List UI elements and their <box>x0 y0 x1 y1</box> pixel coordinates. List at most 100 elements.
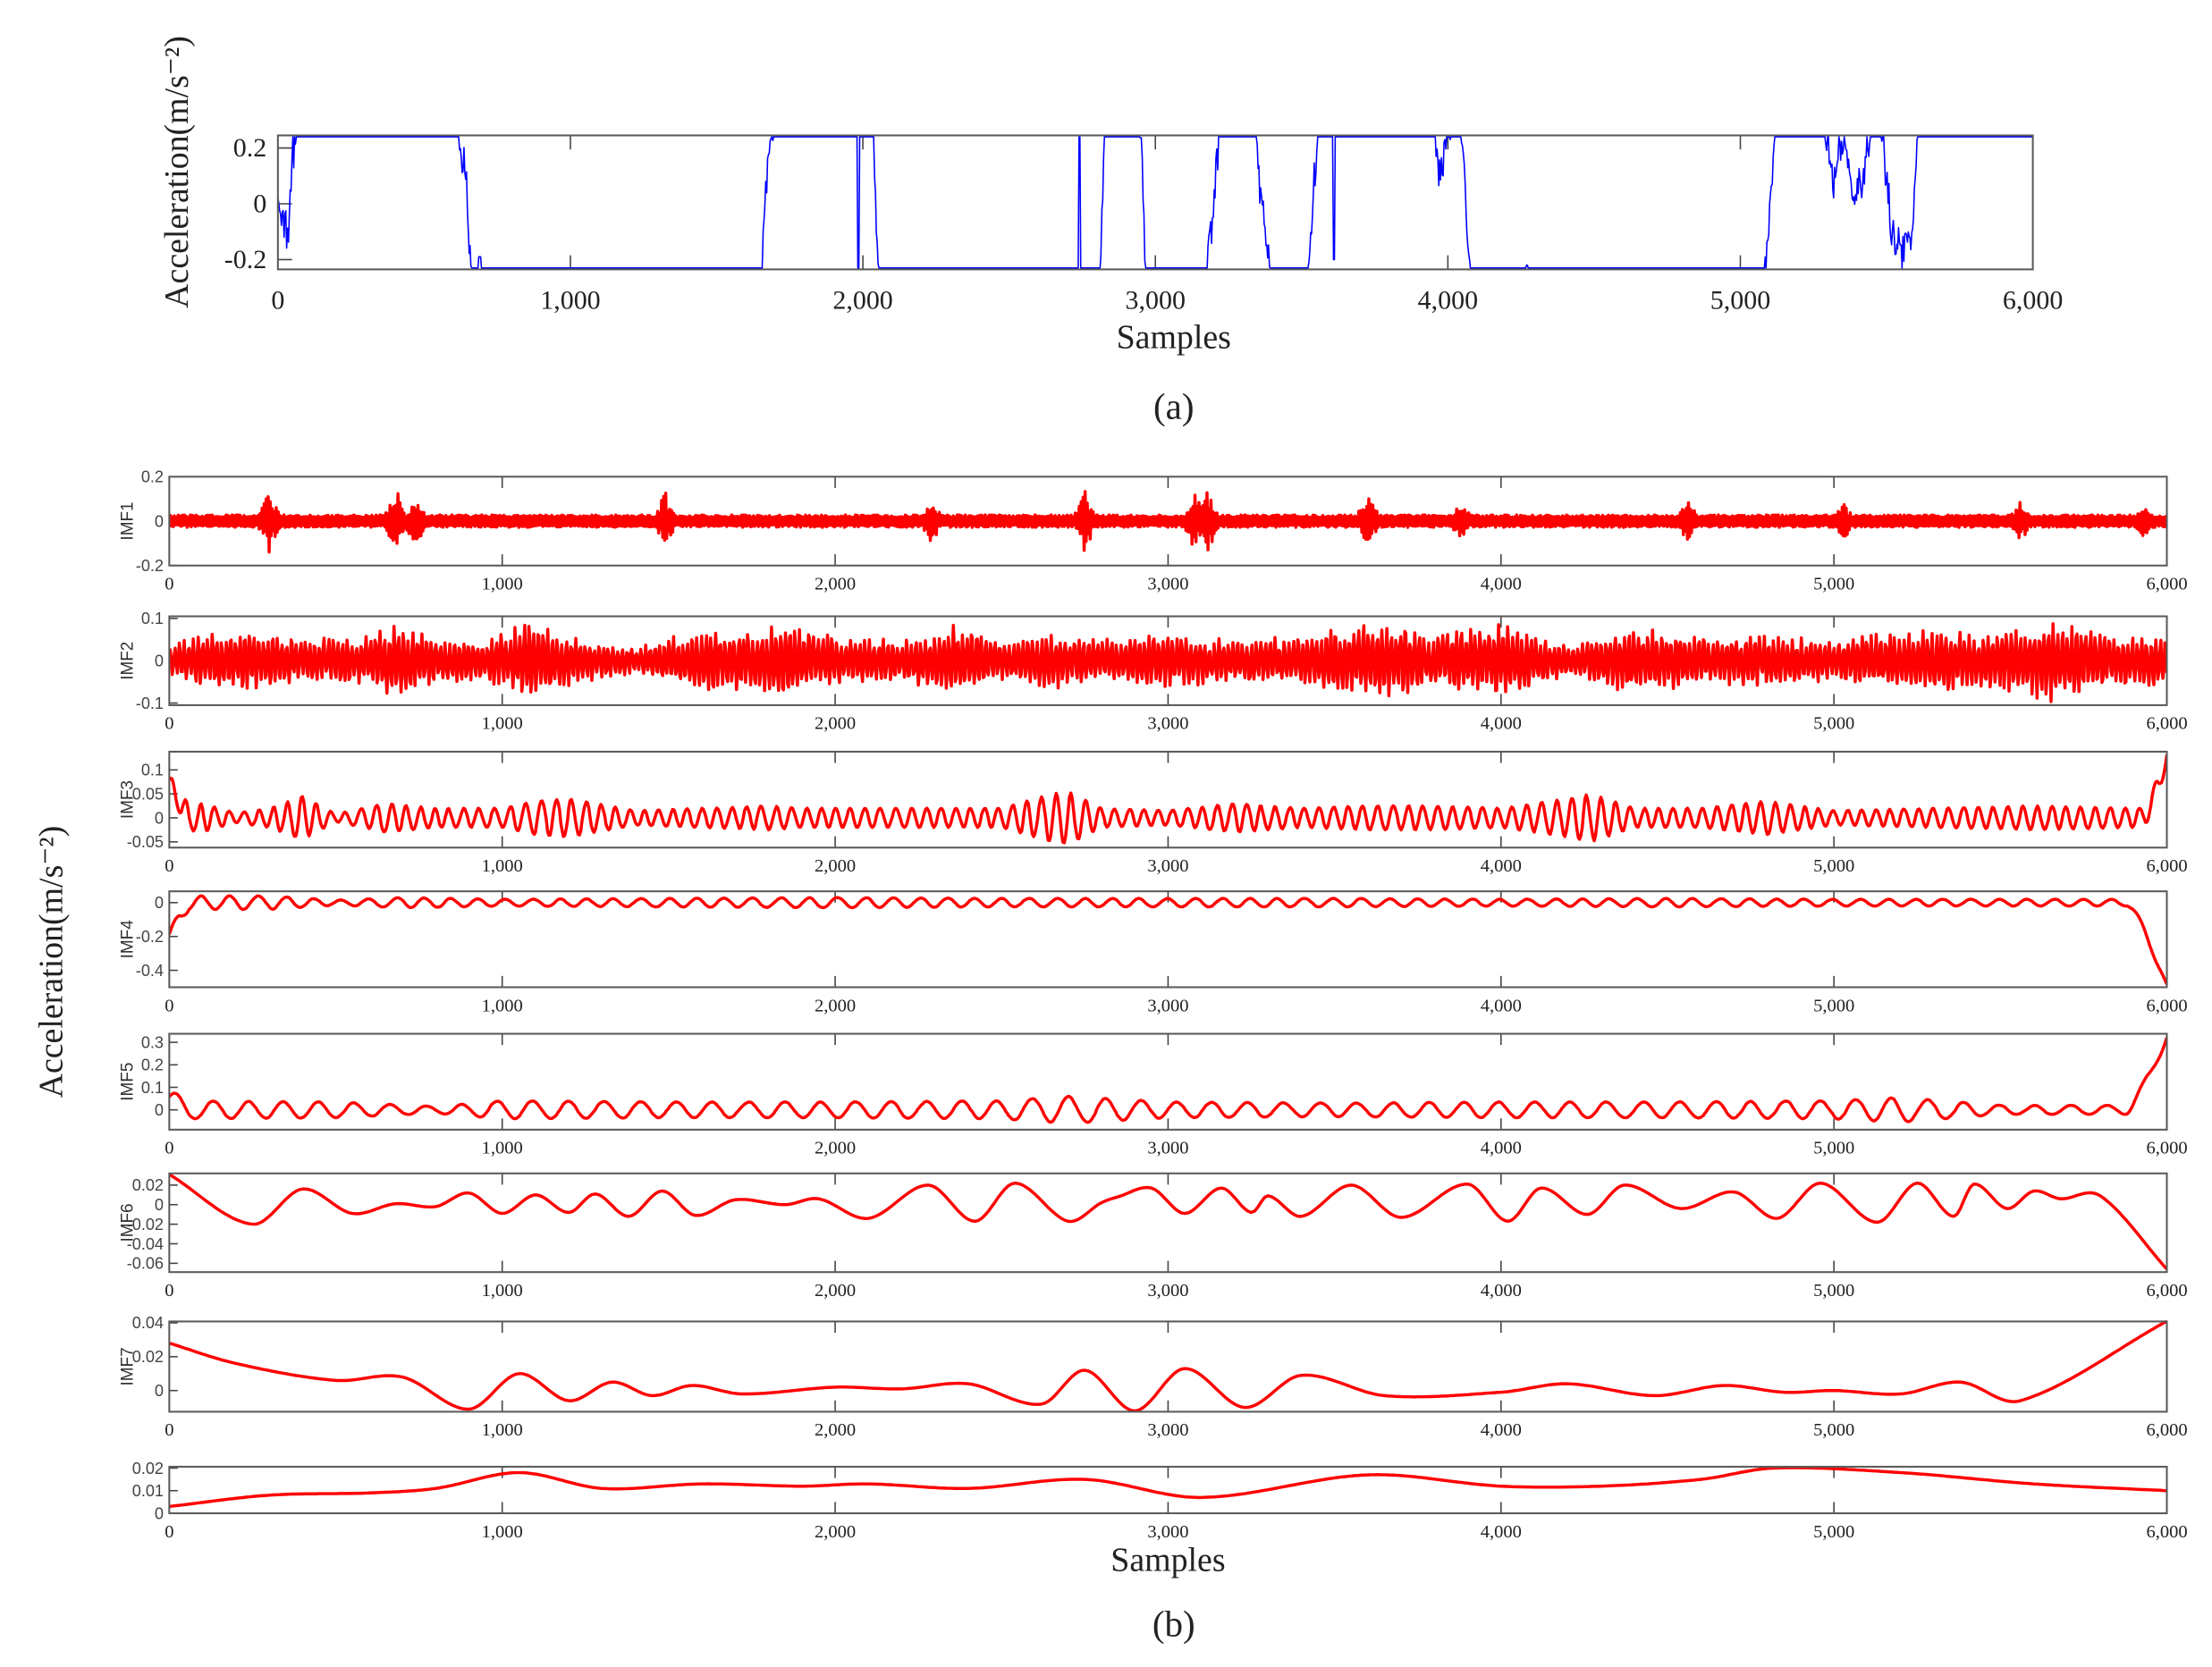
x-tick-label: 3,000 <box>1147 996 1188 1015</box>
x-tick-label: 3,000 <box>1147 1281 1188 1301</box>
x-tick-label: 3,000 <box>1147 1420 1188 1440</box>
plot-frame <box>168 750 2168 849</box>
raw-signal-plot: 0 1,000 2,000 3,000 4,000 5,000 6,0000.20-0.2 <box>224 133 2064 316</box>
series-line <box>169 1319 2167 1413</box>
panel-b-imf-decomposition: Acceleration(m/s⁻²) Samples (b) 0 1,000 2,… <box>32 468 2187 1645</box>
x-tick-label: 6,000 <box>2146 1522 2187 1542</box>
imf-panel-label: IMF4 <box>118 920 137 958</box>
x-tick-label: 6,000 <box>2146 1281 2187 1301</box>
y-tick-label: 0 <box>155 512 164 530</box>
imf-plot-imf3: 0 1,000 2,000 3,000 4,000 5,000 6,0000.10.050-… <box>118 750 2188 876</box>
x-tick-label: 6,000 <box>2146 996 2187 1015</box>
series-line <box>169 622 2167 703</box>
x-tick-label: 5,000 <box>1813 1420 1854 1440</box>
y-tick-label: 0.1 <box>141 762 164 779</box>
x-tick-label: 1,000 <box>540 286 600 316</box>
x-tick-label: 4,000 <box>1481 1522 1522 1542</box>
panel-a-raw-signal: Acceleration(m/s⁻²) Samples (a) 0 1,000 2,… <box>158 36 2063 426</box>
imf-panel-label: IMF7 <box>118 1347 137 1385</box>
x-tick-label: 3,000 <box>1147 575 1188 594</box>
x-tick-label: 6,000 <box>2146 714 2187 734</box>
x-tick-label: 2,000 <box>815 996 856 1015</box>
imf-plot-residual: 0 1,000 2,000 3,000 4,000 5,000 6,000 0.02 0.01 0 <box>132 1460 2188 1542</box>
x-tick-label: 5,000 <box>1813 1139 1854 1158</box>
series-line <box>169 1173 2167 1271</box>
imf-plot-imf1: 0 1,000 2,000 3,000 4,000 5,000 6,0000.20-0.2I… <box>118 468 2187 594</box>
x-tick-label: 2,000 <box>815 1139 856 1158</box>
plot-frame <box>168 1320 2168 1413</box>
panel-a-x-axis-label: Samples <box>1117 319 1231 357</box>
series-line <box>169 894 2167 985</box>
plot-frame <box>168 1172 2168 1274</box>
x-tick-label: 6,000 <box>2146 856 2187 876</box>
y-tick-label: 0.02 <box>132 1460 164 1478</box>
x-tick-label: 1,000 <box>482 856 523 876</box>
y-tick-label: 0.1 <box>141 610 164 627</box>
x-tick-label: 3,000 <box>1147 1522 1188 1542</box>
y-tick-label: 0 <box>155 809 164 827</box>
y-tick-label: 0.2 <box>233 133 266 163</box>
y-tick-label: 0 <box>155 894 164 912</box>
y-tick-label: 0.04 <box>132 1314 164 1332</box>
y-tick-label: 0 <box>155 1101 164 1119</box>
x-tick-label: 3,000 <box>1147 1139 1188 1158</box>
series-line <box>169 754 2167 845</box>
imf-plot-imf7: 0 1,000 2,000 3,000 4,000 5,000 6,0000.040.020… <box>118 1314 2187 1440</box>
x-tick-label: 0 <box>165 1522 173 1542</box>
x-tick-label: 0 <box>165 1139 173 1158</box>
y-tick-label: 0 <box>253 189 266 218</box>
imf-panel-label: IMF2 <box>118 642 137 680</box>
imf-panel-label: IMF5 <box>118 1063 137 1101</box>
x-tick-label: 6,000 <box>2003 286 2063 316</box>
x-tick-label: 4,000 <box>1481 996 1522 1015</box>
x-tick-label: 2,000 <box>815 575 856 594</box>
y-tick-label: 0.01 <box>132 1482 164 1500</box>
x-tick-label: 1,000 <box>482 1420 523 1440</box>
x-tick-label: 1,000 <box>482 1139 523 1158</box>
panel-b-x-axis-label: Samples <box>1110 1542 1225 1579</box>
figure: Acceleration(m/s⁻²) Samples (a) 0 1,000 2,… <box>32 36 2187 1645</box>
x-tick-label: 6,000 <box>2146 1420 2187 1440</box>
x-tick-label: 4,000 <box>1481 1139 1522 1158</box>
panel-a-caption: (a) <box>1153 386 1195 427</box>
y-tick-label: 0 <box>155 1196 164 1214</box>
imf-panel-label: IMF3 <box>118 780 137 819</box>
x-tick-label: 1,000 <box>482 1522 523 1542</box>
imf-plot-imf4: 0 1,000 2,000 3,000 4,000 5,000 6,000 0 -0.2 -0.4… <box>118 890 2188 1015</box>
x-tick-label: 6,000 <box>2146 1139 2187 1158</box>
x-tick-label: 4,000 <box>1481 1420 1522 1440</box>
x-tick-label: 2,000 <box>815 1281 856 1301</box>
x-tick-label: 0 <box>165 575 173 594</box>
x-tick-label: 0 <box>165 996 173 1015</box>
y-tick-label: 0 <box>155 1382 164 1400</box>
x-tick-label: 5,000 <box>1813 1281 1854 1301</box>
y-tick-label: -0.2 <box>136 557 164 575</box>
x-tick-label: 4,000 <box>1481 575 1522 594</box>
x-tick-label: 3,000 <box>1126 286 1186 316</box>
panel-b-y-axis-label: Acceleration(m/s⁻²) <box>32 826 70 1099</box>
panel-b-caption: (b) <box>1152 1603 1195 1644</box>
x-tick-label: 2,000 <box>832 286 892 316</box>
y-tick-label: 0 <box>155 652 164 670</box>
imf-plot-imf6: 0 1,000 2,000 3,000 4,000 5,000 6,0000.020-0.0… <box>118 1172 2188 1301</box>
x-tick-label: 5,000 <box>1710 286 1770 316</box>
x-tick-label: 0 <box>165 714 173 734</box>
imf-plot-imf2: 0 1,000 2,000 3,000 4,000 5,000 6,0000.10-0.1I… <box>118 610 2187 734</box>
x-tick-label: 1,000 <box>482 996 523 1015</box>
x-tick-label: 4,000 <box>1481 714 1522 734</box>
series-line <box>277 136 2033 269</box>
x-tick-label: 1,000 <box>482 714 523 734</box>
imf-plot-imf5: 0 1,000 2,000 3,000 4,000 5,000 6,000 0.3 0.2 0.1… <box>118 1032 2188 1158</box>
x-tick-label: 5,000 <box>1813 714 1854 734</box>
y-tick-label: 0 <box>155 1504 164 1522</box>
x-tick-label: 0 <box>165 856 173 876</box>
imf-panel-label: IMF1 <box>118 501 137 540</box>
x-tick-label: 2,000 <box>815 1522 856 1542</box>
x-tick-label: 0 <box>271 286 284 316</box>
x-tick-label: 5,000 <box>1813 1522 1854 1542</box>
y-tick-label: 0.3 <box>141 1033 164 1051</box>
panel-a-y-axis-label: Acceleration(m/s⁻²) <box>158 36 196 308</box>
y-tick-label: 0.2 <box>141 1057 164 1074</box>
x-tick-label: 5,000 <box>1813 856 1854 876</box>
y-tick-label: 0.2 <box>141 468 164 486</box>
